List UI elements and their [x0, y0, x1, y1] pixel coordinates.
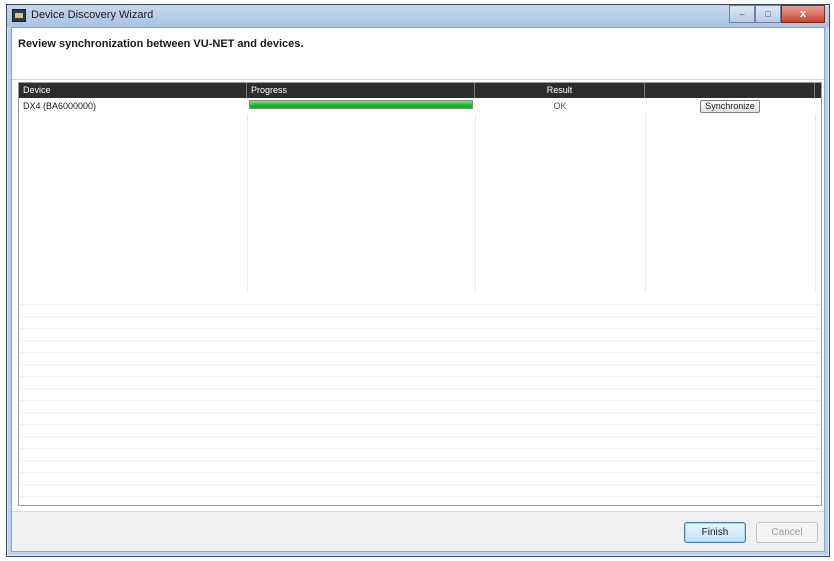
column-header-action[interactable]	[645, 83, 815, 98]
finish-button[interactable]: Finish	[684, 522, 746, 543]
sync-table: Device Progress Result DX4 (BA6000000) O…	[18, 82, 822, 506]
instruction-text: Review synchronization between VU-NET an…	[18, 38, 304, 50]
wizard-client-area: Review synchronization between VU-NET an…	[11, 27, 825, 552]
wizard-window: Device Discovery Wizard – □ x Review syn…	[6, 4, 830, 557]
result-cell: OK	[553, 101, 567, 111]
progress-bar-fill	[250, 101, 472, 108]
minimize-button[interactable]: –	[729, 5, 755, 23]
table-row[interactable]: DX4 (BA6000000) OK Synchronize	[19, 98, 821, 114]
window-controls: – □ x	[729, 5, 825, 23]
column-header-progress[interactable]: Progress	[247, 83, 475, 98]
maximize-button[interactable]: □	[755, 5, 781, 23]
action-cell: Synchronize	[645, 98, 815, 114]
device-wizard-icon	[12, 9, 26, 22]
progress-cell	[247, 98, 475, 114]
synchronize-button[interactable]: Synchronize	[700, 100, 760, 113]
title-bar[interactable]: Device Discovery Wizard – □ x	[7, 5, 829, 27]
wizard-header: Review synchronization between VU-NET an…	[12, 28, 824, 80]
column-header-device[interactable]: Device	[19, 83, 247, 98]
table-header: Device Progress Result	[19, 83, 821, 98]
close-button[interactable]: x	[781, 5, 825, 23]
progress-bar	[249, 100, 473, 109]
window-title: Device Discovery Wizard	[31, 9, 154, 21]
device-name-cell: DX4 (BA6000000)	[23, 101, 97, 111]
cancel-button[interactable]: Cancel	[756, 522, 818, 543]
empty-row-grid	[19, 293, 821, 505]
column-header-result[interactable]: Result	[475, 83, 645, 98]
wizard-footer: Finish Cancel	[12, 511, 824, 551]
